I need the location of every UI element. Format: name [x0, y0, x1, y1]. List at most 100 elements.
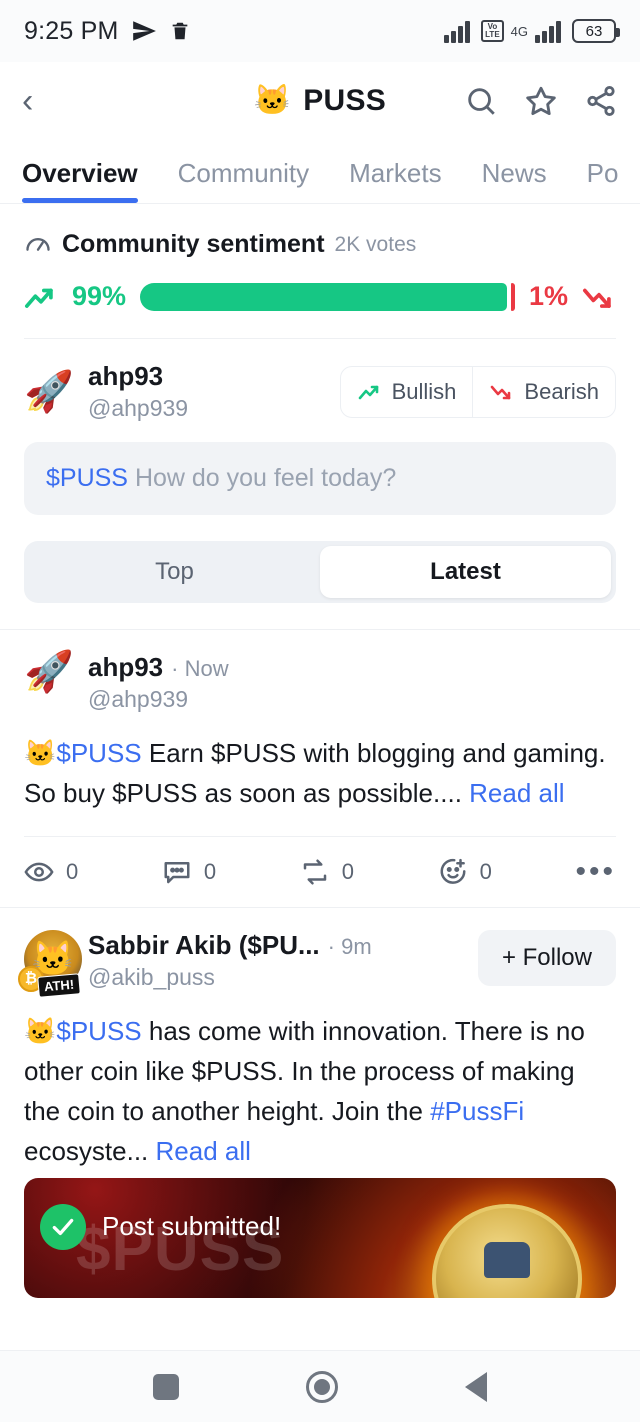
tab-posts[interactable]: Po — [587, 158, 619, 203]
battery-level-label: 63 — [585, 22, 603, 40]
view-count: 0 — [66, 858, 79, 884]
sentiment-bar-row: 99% 1% — [24, 281, 616, 312]
avatar: 🚀 — [24, 369, 74, 414]
bearish-label: Bearish — [524, 378, 599, 404]
trend-down-icon — [491, 385, 511, 399]
eye-icon — [24, 862, 54, 881]
trend-up-icon — [24, 282, 58, 312]
view-count-action[interactable]: 0 — [24, 857, 162, 887]
feed-filter-top[interactable]: Top — [29, 546, 320, 598]
read-all-link[interactable]: Read all — [156, 1136, 251, 1166]
post-hashtag-link[interactable]: #PussFi — [430, 1096, 524, 1126]
android-navigation-bar — [0, 1350, 640, 1422]
post-timestamp: · Now — [171, 656, 229, 681]
post-author-meta: Sabbir Akib ($PU... · 9m @akib_puss — [88, 930, 372, 991]
send-icon — [131, 18, 157, 44]
post-body: 🐱$PUSS Earn $PUSS with blogging and gami… — [24, 733, 616, 814]
composer-placeholder: How do you feel today? — [134, 464, 397, 492]
post-composer: 🚀 ahp93 @ahp939 Bullish Bearish $PUSS Ho… — [0, 339, 640, 515]
feed-filter-segmented-control: Top Latest — [24, 541, 616, 603]
post-body-emoji: 🐱 — [24, 738, 57, 768]
post-input[interactable]: $PUSS How do you feel today? — [24, 442, 616, 515]
post-author-handle[interactable]: @ahp939 — [88, 686, 229, 713]
avatar-ath-badge: ATH! — [37, 972, 81, 998]
follow-button[interactable]: + Follow — [477, 929, 616, 986]
tab-community[interactable]: Community — [178, 158, 309, 203]
share-icon[interactable] — [584, 84, 618, 118]
post-author-handle[interactable]: @akib_puss — [88, 964, 372, 991]
bearish-vote-button[interactable]: Bearish — [472, 366, 615, 417]
reaction-action[interactable]: 0 — [438, 857, 576, 887]
post-item: 🚀 ahp93 · Now @ahp939 🐱$PUSS Earn $PUSS … — [0, 630, 640, 907]
post-author-line: ahp93 · Now — [88, 652, 229, 683]
post-body: 🐱$PUSS has come with innovation. There i… — [24, 1011, 616, 1172]
triangle-back-icon[interactable] — [464, 1371, 487, 1402]
sentiment-bar-bearish — [511, 282, 515, 311]
repost-count: 0 — [341, 858, 354, 884]
composer-ticker-tag: $PUSS — [46, 464, 128, 492]
feed-filter-latest[interactable]: Latest — [320, 546, 611, 598]
network-type-label: 4G — [510, 23, 528, 39]
volte-bottom-label: LTE — [485, 30, 500, 39]
back-button[interactable]: ‹ — [22, 84, 66, 118]
trend-up-icon — [358, 385, 378, 399]
avatar[interactable]: 🐱 ₿ ATH! — [18, 929, 82, 998]
post-header: 🚀 ahp93 · Now @ahp939 — [24, 652, 616, 713]
post-item: 🐱 ₿ ATH! Sabbir Akib ($PU... · 9m @akib_… — [0, 906, 640, 1172]
post-media-attachment[interactable]: $PUSS Post submitted! — [24, 1177, 616, 1298]
media-coin-graphic — [432, 1203, 582, 1298]
signal-bars-icon — [444, 19, 474, 43]
reaction-count: 0 — [479, 858, 492, 884]
repost-icon — [303, 859, 326, 885]
composer-user-meta: ahp93 @ahp939 — [88, 361, 188, 422]
post-ticker-link[interactable]: $PUSS — [56, 738, 141, 768]
post-author-meta: ahp93 · Now @ahp939 — [88, 652, 229, 713]
post-more-options-button[interactable]: ••• — [576, 856, 617, 886]
sentiment-bar-bullish — [140, 282, 508, 311]
page-title: PUSS — [303, 84, 387, 117]
community-sentiment-section: Community sentiment 2K votes 99% 1% — [0, 204, 640, 312]
search-icon[interactable] — [464, 84, 498, 118]
bullish-vote-button[interactable]: Bullish — [341, 367, 473, 417]
section-tabs: Overview Community Markets News Po — [0, 140, 640, 204]
comment-icon — [164, 861, 190, 883]
sentiment-bar — [140, 282, 515, 311]
app-header: ‹ 🐱 PUSS — [0, 62, 640, 140]
composer-user-handle: @ahp939 — [88, 395, 189, 421]
toast-message: Post submitted! — [102, 1211, 282, 1242]
tab-news[interactable]: News — [482, 158, 547, 203]
post-author-line: Sabbir Akib ($PU... · 9m — [88, 930, 372, 961]
post-body-emoji: 🐱 — [24, 1015, 57, 1046]
comment-action[interactable]: 0 — [162, 857, 300, 887]
status-bar-right: Vo LTE 4G 63 — [444, 19, 620, 43]
post-author-name[interactable]: ahp93 — [88, 652, 163, 683]
composer-user-row: 🚀 ahp93 @ahp939 Bullish Bearish — [24, 361, 616, 422]
toast-notification: Post submitted! — [40, 1203, 282, 1250]
post-action-bar: 0 0 0 0 ••• — [24, 835, 617, 907]
post-header: 🐱 ₿ ATH! Sabbir Akib ($PU... · 9m @akib_… — [18, 929, 616, 998]
status-bar: 9:25 PM Vo LTE 4G 63 — [0, 0, 640, 62]
post-body-text-continued: ecosyste... — [24, 1136, 156, 1167]
star-icon[interactable] — [524, 84, 558, 118]
add-reaction-icon — [440, 858, 466, 884]
tab-overview[interactable]: Overview — [22, 158, 138, 203]
header-actions — [464, 84, 618, 118]
square-recents-icon[interactable] — [153, 1373, 180, 1400]
gauge-icon — [24, 231, 52, 259]
circle-home-icon[interactable] — [305, 1370, 338, 1403]
status-bar-left: 9:25 PM — [24, 17, 191, 46]
sentiment-votes: 2K votes — [334, 232, 417, 256]
avatar[interactable]: 🚀 — [24, 652, 88, 692]
read-all-link[interactable]: Read all — [469, 778, 564, 808]
post-timestamp: · 9m — [327, 933, 372, 959]
signal-bars-secondary-icon — [535, 19, 565, 43]
post-ticker-link[interactable]: $PUSS — [56, 1016, 141, 1046]
bullish-label: Bullish — [391, 378, 457, 404]
repost-action[interactable]: 0 — [300, 857, 438, 887]
status-bar-clock: 9:25 PM — [24, 16, 119, 45]
tab-markets[interactable]: Markets — [349, 158, 441, 203]
post-author-name[interactable]: Sabbir Akib ($PU... — [88, 930, 320, 961]
coin-logo-icon: 🐱 — [253, 84, 292, 117]
battery-indicator: 63 — [572, 19, 620, 43]
composer-user-name: ahp93 — [88, 361, 164, 391]
